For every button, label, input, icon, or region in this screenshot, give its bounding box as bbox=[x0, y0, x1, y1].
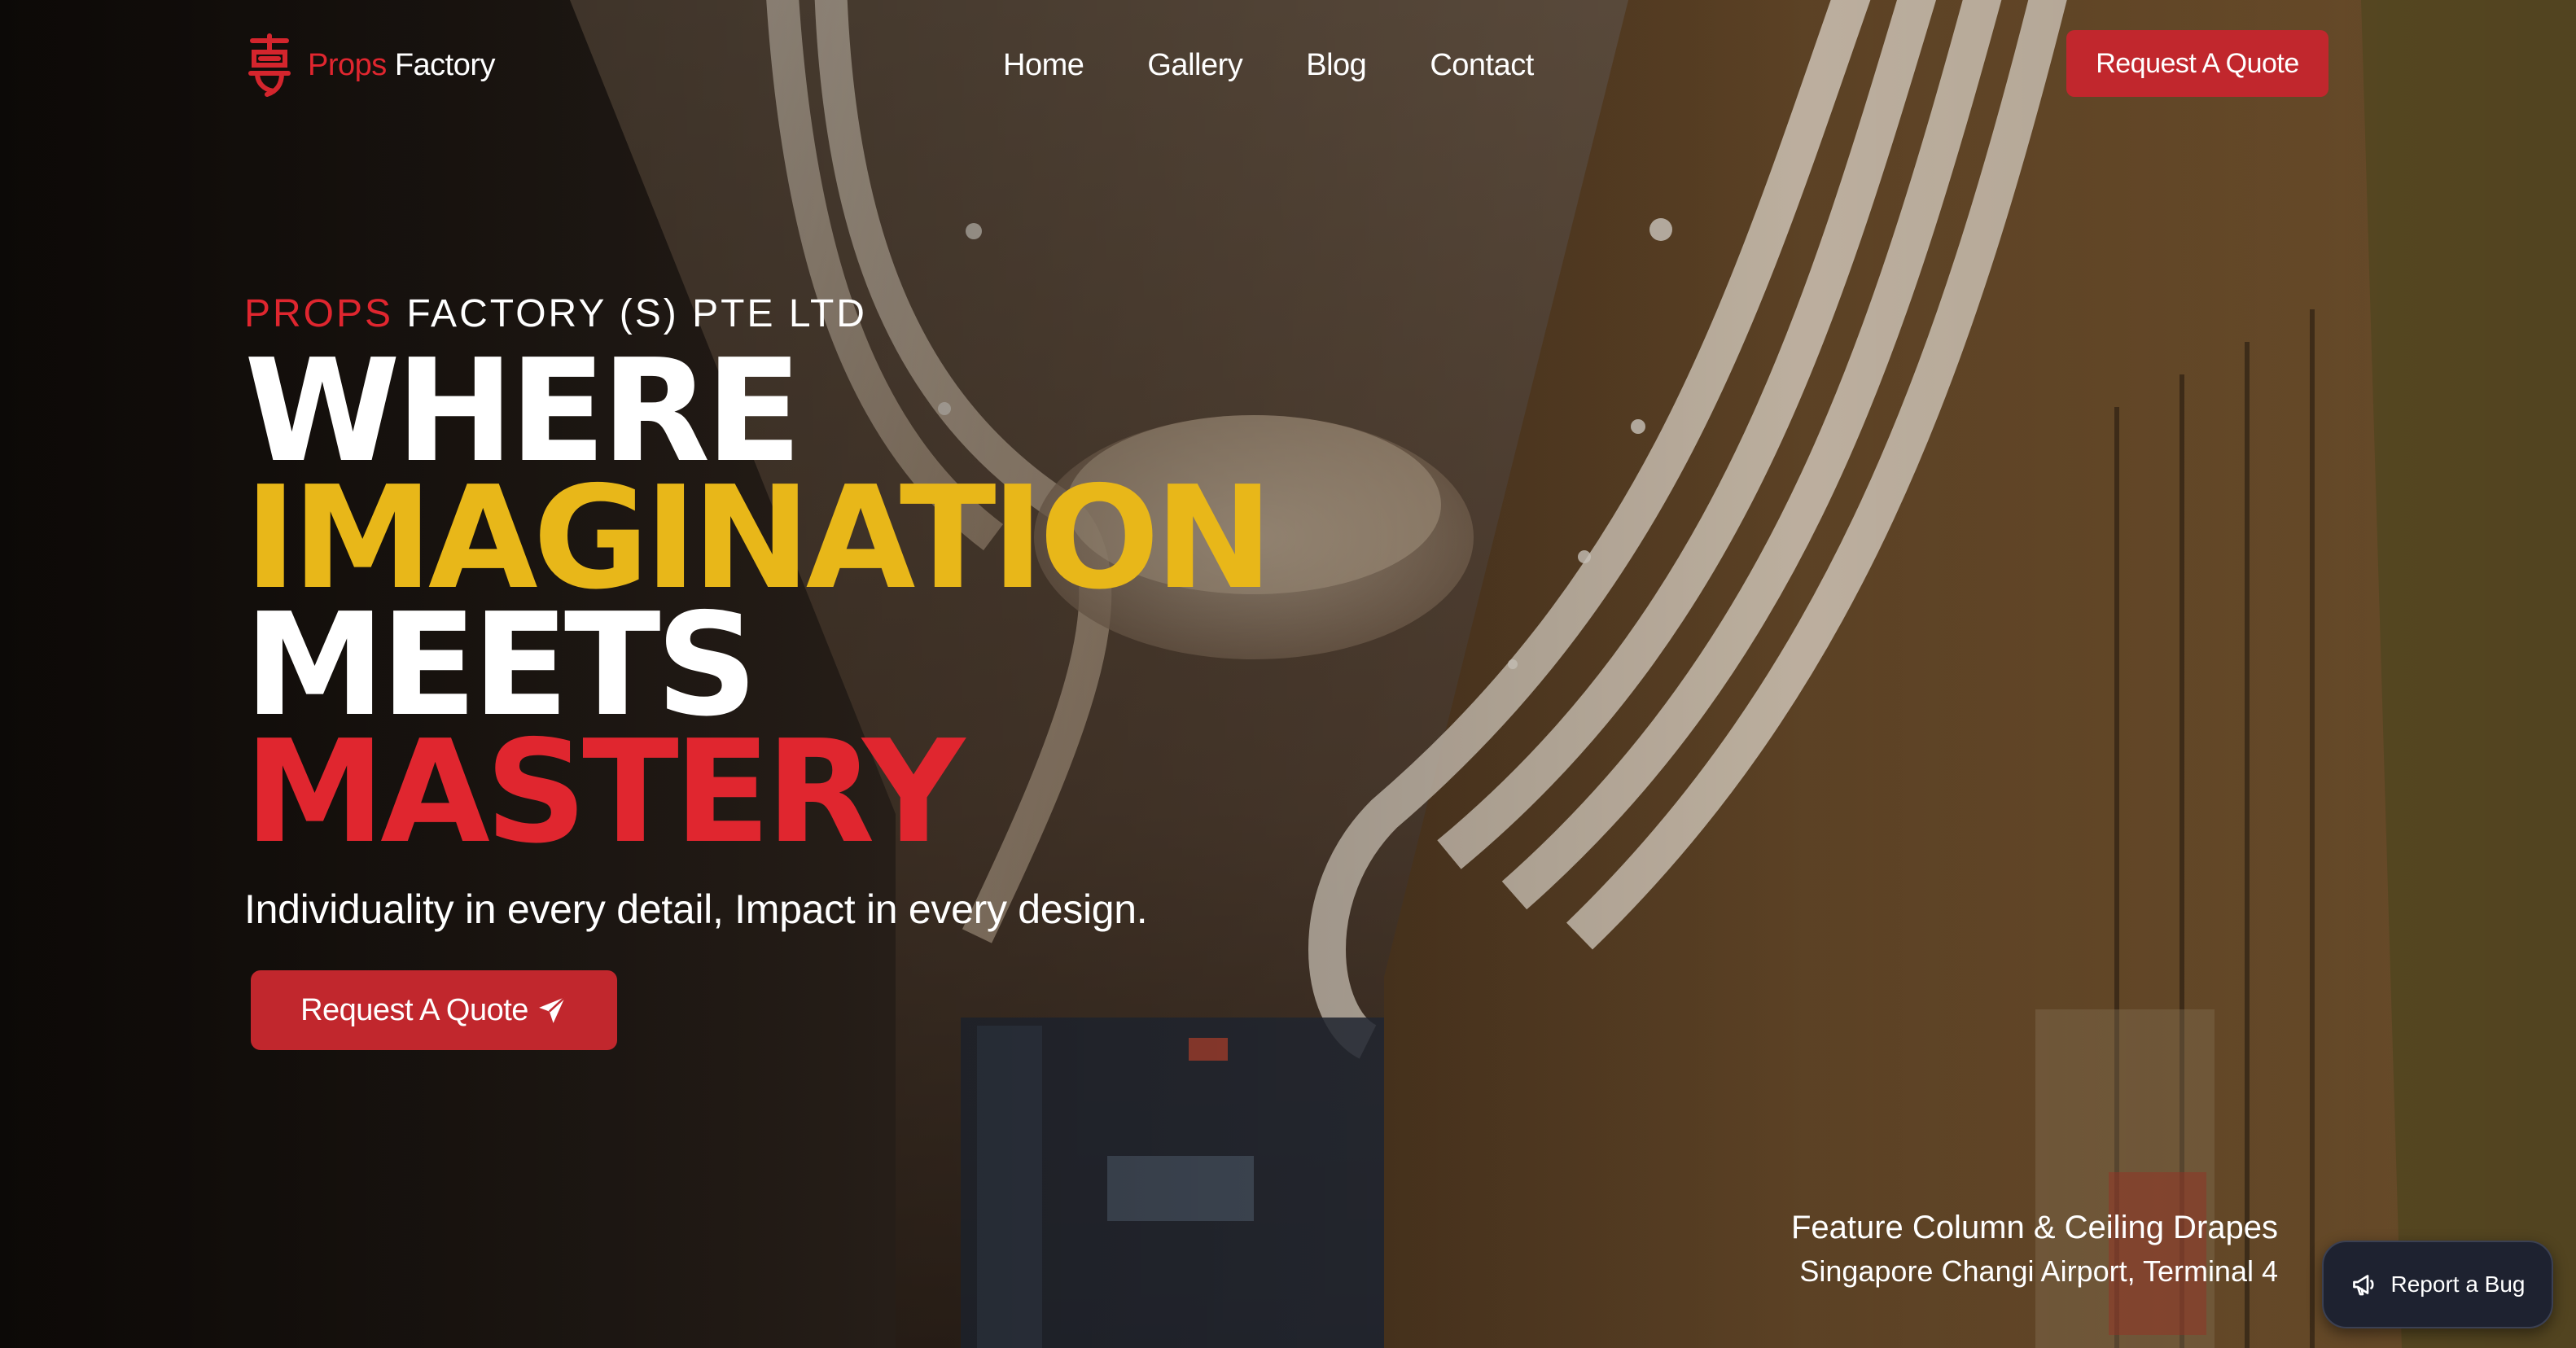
megaphone-icon bbox=[2352, 1275, 2374, 1296]
nav-blog-link[interactable]: Blog bbox=[1306, 48, 1367, 83]
main-nav: Home Gallery Blog Contact bbox=[1003, 41, 1534, 90]
page: Props Factory Home Gallery Blog Contact … bbox=[0, 0, 2576, 1348]
chinese-seal-logo-icon bbox=[248, 33, 291, 97]
project-caption: Feature Column & Ceiling Drapes Singapor… bbox=[1791, 1205, 2278, 1293]
brand-name-accent: Props bbox=[308, 47, 387, 82]
nav-home-link[interactable]: Home bbox=[1003, 48, 1084, 83]
nav-contact-link[interactable]: Contact bbox=[1430, 48, 1534, 83]
site-header: Props Factory Home Gallery Blog Contact … bbox=[0, 0, 2576, 130]
report-bug-button[interactable]: Report a Bug bbox=[2322, 1241, 2553, 1328]
hero-cta-label: Request A Quote bbox=[300, 992, 528, 1027]
hero-tagline: Individuality in every detail, Impact in… bbox=[244, 886, 1148, 932]
headline-line-4: MASTERY bbox=[244, 710, 965, 875]
paper-plane-icon bbox=[539, 996, 566, 1023]
project-caption-title: Feature Column & Ceiling Drapes bbox=[1790, 1210, 2278, 1245]
hero-headline: WHERE IMAGINATION MEETS MASTERY bbox=[244, 341, 1273, 875]
brand-name-rest: Factory bbox=[386, 47, 496, 82]
project-caption-location: Singapore Changi Airport, Terminal 4 bbox=[1799, 1254, 2278, 1288]
hero-request-quote-button[interactable]: Request A Quote bbox=[251, 970, 617, 1050]
brand-logo[interactable]: Props Factory bbox=[244, 33, 496, 98]
brand-name: Props Factory bbox=[308, 47, 496, 83]
report-bug-label: Report a Bug bbox=[2390, 1271, 2526, 1297]
header-request-quote-button[interactable]: Request A Quote bbox=[2066, 30, 2328, 97]
nav-gallery-link[interactable]: Gallery bbox=[1147, 48, 1242, 83]
